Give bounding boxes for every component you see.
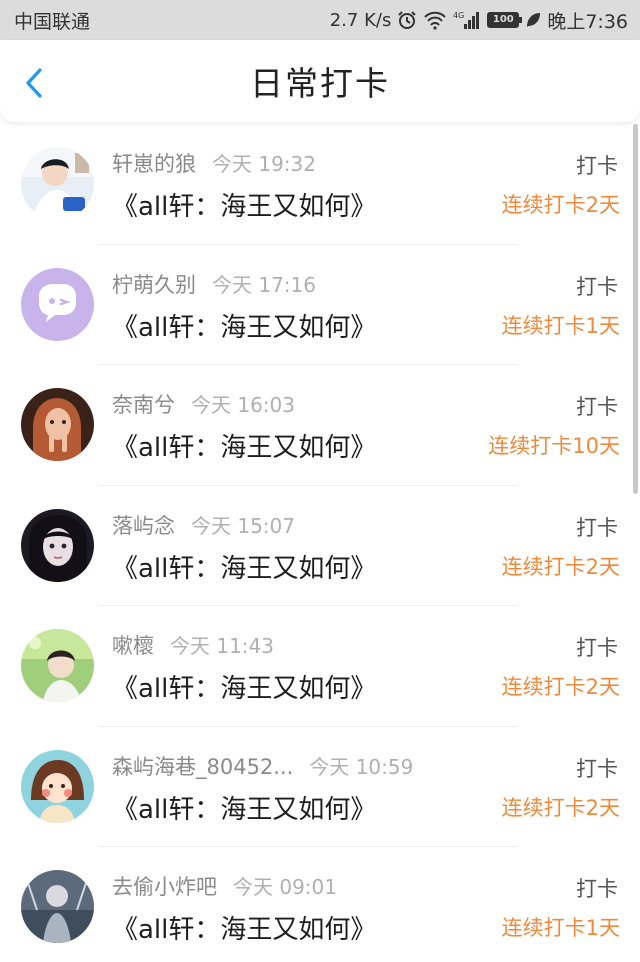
username: 奈南兮 今天 16:03	[112, 389, 295, 419]
checkin-time: 今天 11:43	[170, 634, 274, 658]
streak-label: 连续打卡2天	[501, 193, 620, 217]
checkin-time: 今天 09:01	[233, 875, 337, 899]
battery-icon: 100	[487, 12, 523, 28]
book-title: 《all轩：海王又如何》	[112, 794, 377, 825]
page-title: 日常打卡	[250, 64, 390, 103]
scrollbar[interactable]	[633, 124, 638, 494]
network-type: 4G	[453, 11, 464, 20]
streak-label: 连续打卡1天	[501, 916, 620, 940]
checkin-item[interactable]: 嗽櫰 今天 11:43 《all轩：海王又如何》 打卡 连续打卡2天	[0, 606, 640, 727]
streak-label: 连续打卡2天	[501, 554, 620, 579]
username: 落屿念 今天 15:07	[112, 510, 295, 540]
checkin-item[interactable]: 森屿海巷_80452... 今天 10:59 《all轩：海王又如何》 打卡 连续…	[0, 727, 640, 847]
chevron-left-icon	[26, 68, 42, 98]
leaf-icon	[525, 9, 541, 31]
checkin-action-label: 打卡	[576, 395, 618, 419]
checkin-action-label: 打卡	[576, 515, 618, 540]
avatar[interactable]	[21, 147, 94, 220]
wifi-icon	[423, 9, 447, 31]
username: 柠萌久别 今天 17:16	[112, 269, 316, 299]
user-name: 柠萌久别	[112, 272, 196, 297]
book-title: 《all轩：海王又如何》	[112, 674, 377, 704]
book-title: 《all轩：海王又如何》	[112, 553, 377, 584]
user-name: 森屿海巷_80452...	[112, 754, 294, 779]
user-name: 去偷小炸吧	[112, 875, 217, 899]
checkin-time: 今天 10:59	[309, 754, 414, 779]
username: 森屿海巷_80452... 今天 10:59	[112, 751, 413, 781]
clock: 晚上7:36	[547, 10, 628, 33]
checkin-action-label: 打卡	[576, 756, 618, 781]
network-speed: 2.7 K/s	[329, 9, 392, 31]
status-right: 2.7 K/s 4G 100 晚上7:36	[330, 7, 628, 34]
streak-label: 连续打卡2天	[501, 795, 620, 820]
checkin-item[interactable]: 轩崽的狼 今天 19:32 《all轩：海王又如何》 打卡 连续打卡2天	[0, 124, 640, 245]
checkin-time: 今天 16:03	[191, 393, 295, 417]
avatar[interactable]	[21, 508, 94, 582]
checkin-item[interactable]: 奈南兮 今天 16:03 《all轩：海王又如何》 打卡 连续打卡10天	[0, 365, 640, 486]
back-button[interactable]	[18, 66, 50, 100]
checkin-action-label: 打卡	[576, 877, 618, 901]
carrier-label: 中国联通	[14, 10, 91, 33]
checkin-time: 今天 19:32	[212, 152, 316, 176]
alarm-icon	[397, 9, 417, 31]
checkin-item[interactable]: 柠萌久别 今天 17:16 《all轩：海王又如何》 打卡 连续打卡1天	[0, 245, 640, 365]
username: 轩崽的狼 今天 19:32	[112, 148, 316, 178]
avatar[interactable]	[21, 629, 94, 702]
avatar[interactable]	[21, 870, 94, 943]
user-name: 落屿念	[112, 513, 175, 538]
user-name: 轩崽的狼	[112, 152, 196, 176]
username: 嗽櫰 今天 11:43	[112, 630, 274, 660]
streak-label: 连续打卡2天	[501, 675, 620, 699]
checkin-item[interactable]: 去偷小炸吧 今天 09:01 《all轩：海王又如何》 打卡 连续打卡1天	[0, 847, 640, 962]
streak-label: 连续打卡1天	[501, 313, 620, 338]
streak-label: 连续打卡10天	[488, 434, 620, 458]
avatar[interactable]	[21, 388, 94, 461]
username: 去偷小炸吧 今天 09:01	[112, 871, 337, 901]
user-name: 奈南兮	[112, 393, 175, 417]
book-title: 《all轩：海王又如何》	[112, 312, 377, 343]
checkin-list: 轩崽的狼 今天 19:32 《all轩：海王又如何》 打卡 连续打卡2天 柠萌久别…	[0, 124, 640, 962]
avatar[interactable]	[21, 267, 94, 341]
user-name: 嗽櫰	[112, 634, 154, 658]
header: 日常打卡	[0, 40, 640, 122]
checkin-action-label: 打卡	[576, 274, 618, 299]
status-bar: 中国联通 2.7 K/s 4G 100 晚上7:36	[0, 0, 640, 40]
book-title: 《all轩：海王又如何》	[112, 433, 377, 463]
book-title: 《all轩：海王又如何》	[112, 192, 377, 222]
avatar[interactable]	[21, 749, 94, 823]
checkin-time: 今天 15:07	[191, 513, 295, 538]
checkin-action-label: 打卡	[576, 636, 618, 660]
checkin-item[interactable]: 落屿念 今天 15:07 《all轩：海王又如何》 打卡 连续打卡2天	[0, 486, 640, 606]
book-title: 《all轩：海王又如何》	[112, 915, 377, 945]
checkin-time: 今天 17:16	[212, 272, 316, 297]
cellular-signal-icon: 4G	[453, 9, 481, 31]
checkin-action-label: 打卡	[576, 154, 618, 178]
